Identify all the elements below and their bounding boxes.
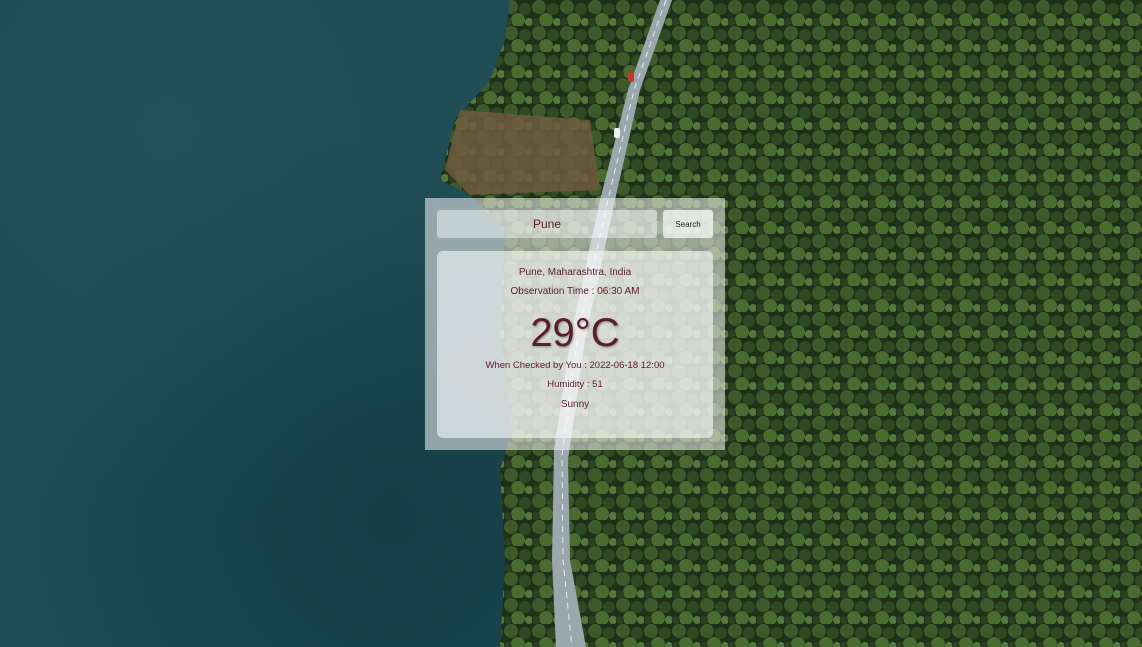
search-button[interactable]: Search (663, 210, 713, 238)
weather-result-card: Pune, Maharashtra, India Observation Tim… (437, 251, 713, 438)
humidity: Humidity : 51 (547, 379, 603, 390)
observation-time: Observation Time : 06:30 AM (510, 286, 640, 297)
temperature: 29°C (530, 311, 620, 355)
weather-panel: Search Pune, Maharashtra, India Observat… (425, 198, 725, 450)
search-input[interactable] (437, 210, 657, 238)
weather-condition: Sunny (560, 399, 590, 410)
location-label: Pune, Maharashtra, India (518, 267, 632, 278)
checked-time: When Checked by You : 2022-06-18 12:00 (485, 360, 665, 371)
